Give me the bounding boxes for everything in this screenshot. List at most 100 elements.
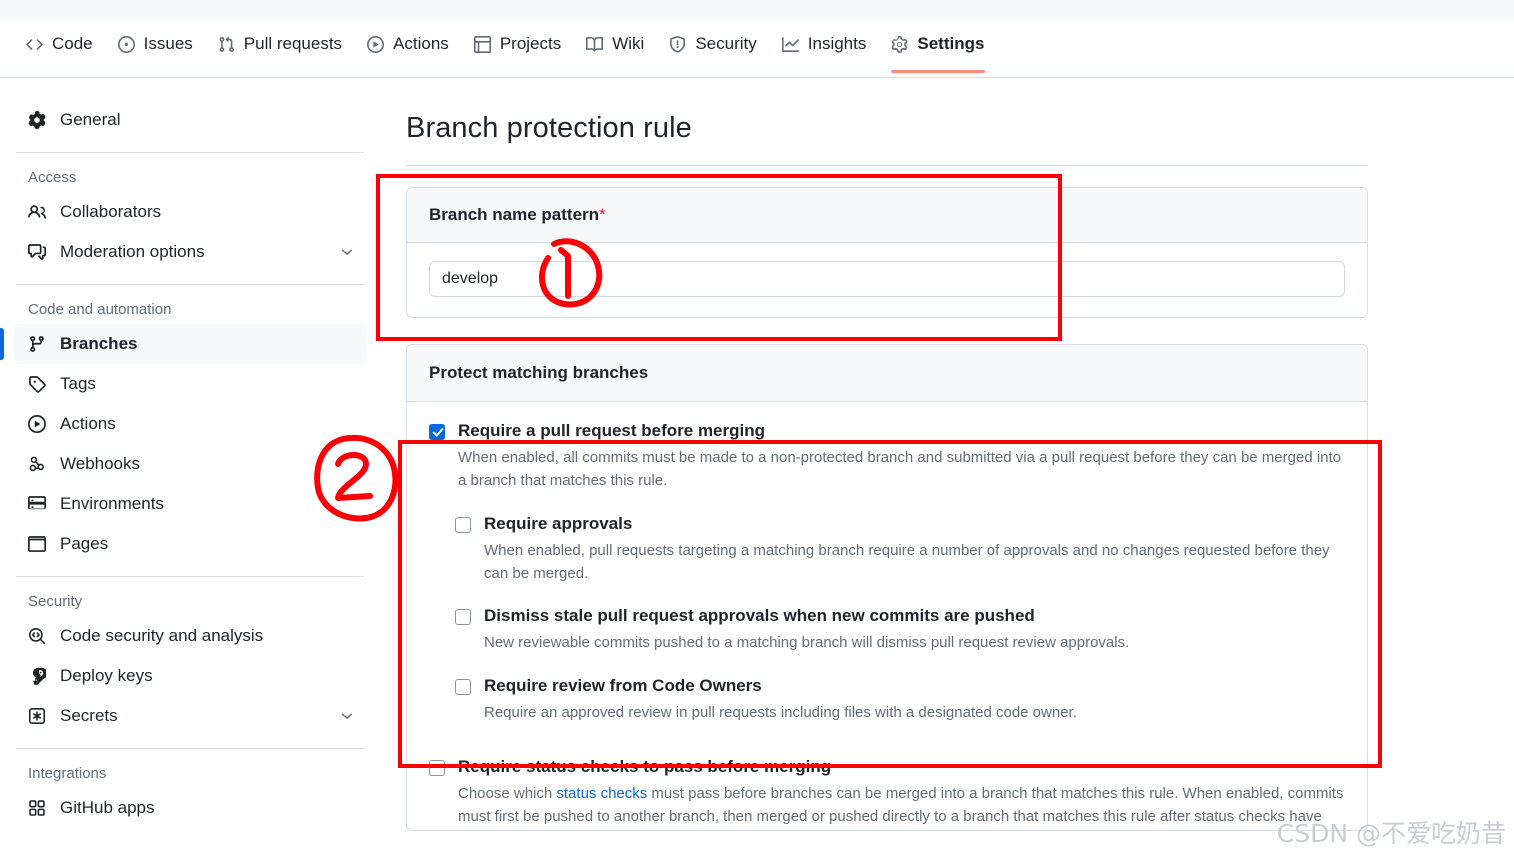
repository-nav: Code Issues Pull requests Actions Projec… bbox=[0, 0, 1514, 78]
play-icon bbox=[28, 415, 46, 433]
rule-require-status-checks: Require status checks to pass before mer… bbox=[429, 756, 1347, 829]
table-icon bbox=[473, 35, 491, 53]
page-title: Branch protection rule bbox=[406, 112, 692, 144]
rule-require-code-owners-review: Require review from Code Owners Require … bbox=[455, 675, 1347, 724]
branch-name-pattern-header: Branch name pattern* bbox=[407, 188, 1367, 243]
sidebar-item-webhooks-label: Webhooks bbox=[60, 454, 141, 473]
require-code-owners-review-checkbox[interactable] bbox=[455, 678, 471, 695]
sidebar-item-secrets[interactable]: Secrets bbox=[14, 696, 366, 736]
sidebar-divider bbox=[16, 748, 364, 749]
sidebar-divider bbox=[16, 152, 364, 153]
codescan-icon bbox=[28, 627, 46, 645]
sidebar-item-pages-label: Pages bbox=[60, 534, 109, 553]
rule-dismiss-stale-approvals: Dismiss stale pull request approvals whe… bbox=[455, 605, 1347, 654]
require-approvals-label: Require approvals bbox=[484, 513, 633, 533]
require-code-owners-review-label: Require review from Code Owners bbox=[484, 675, 762, 695]
bottom-edge-mask bbox=[406, 862, 1514, 868]
sidebar-item-deploy-keys-label: Deploy keys bbox=[60, 666, 153, 685]
require-approvals-checkbox[interactable] bbox=[455, 516, 471, 533]
rule-require-approvals: Require approvals When enabled, pull req… bbox=[455, 513, 1347, 586]
branch-name-pattern-input[interactable] bbox=[429, 261, 1345, 297]
tab-projects-label: Projects bbox=[499, 34, 562, 53]
tab-insights-label: Insights bbox=[807, 34, 867, 53]
sidebar-item-code-security-and-analysis-label: Code security and analysis bbox=[60, 626, 264, 645]
sidebar-item-pages[interactable]: Pages bbox=[14, 524, 366, 564]
sidebar-item-webhooks[interactable]: Webhooks bbox=[14, 444, 366, 484]
sidebar-item-github-apps[interactable]: GitHub apps bbox=[14, 788, 366, 828]
sidebar-item-branches[interactable]: Branches bbox=[0, 324, 366, 364]
sidebar-item-actions[interactable]: Actions bbox=[14, 404, 366, 444]
tab-issues[interactable]: Issues bbox=[106, 28, 206, 60]
required-marker: * bbox=[599, 205, 606, 224]
sidebar-item-secrets-label: Secrets bbox=[60, 706, 118, 725]
sidebar-item-general[interactable]: General bbox=[14, 100, 366, 140]
require-status-checks-label: Require status checks to pass before mer… bbox=[458, 756, 832, 776]
sidebar-item-branches-label: Branches bbox=[60, 334, 138, 353]
require-pull-request-checkbox[interactable] bbox=[429, 424, 445, 440]
settings-sidebar: General Access Collaborators Moderation … bbox=[0, 78, 380, 868]
protection-rules-list: Require a pull request before merging Wh… bbox=[407, 402, 1367, 828]
branch-name-pattern-body bbox=[407, 243, 1367, 317]
book-icon bbox=[586, 36, 604, 53]
branch-name-pattern-label: Branch name pattern bbox=[429, 205, 600, 224]
sidebar-item-collaborators-label: Collaborators bbox=[60, 202, 162, 221]
chevron-down-icon[interactable] bbox=[340, 245, 354, 259]
csdn-watermark: CSDN @不爱吃奶昔 bbox=[1276, 819, 1506, 848]
dismiss-stale-approvals-description: New reviewable commits pushed to a match… bbox=[484, 634, 1130, 652]
rule-require-pull-request: Require a pull request before merging Wh… bbox=[429, 420, 1347, 493]
sidebar-heading-security: Security bbox=[28, 593, 83, 610]
tab-wiki[interactable]: Wiki bbox=[574, 28, 657, 60]
asterisk-box-icon bbox=[28, 707, 46, 725]
graph-icon bbox=[781, 36, 799, 53]
sidebar-item-actions-label: Actions bbox=[60, 414, 116, 433]
tab-pull-requests[interactable]: Pull requests bbox=[206, 28, 355, 60]
sidebar-item-environments[interactable]: Environments bbox=[14, 484, 366, 524]
webhook-icon bbox=[28, 455, 46, 473]
apps-icon bbox=[28, 799, 46, 817]
sidebar-item-environments-label: Environments bbox=[60, 494, 164, 513]
status-checks-link[interactable]: status checks bbox=[556, 785, 647, 802]
sidebar-heading-code-and-automation: Code and automation bbox=[28, 301, 172, 318]
git-pull-request-icon bbox=[218, 36, 235, 53]
sidebar-item-collaborators[interactable]: Collaborators bbox=[14, 192, 366, 232]
key-icon bbox=[28, 667, 46, 685]
main-content: Branch protection rule Branch name patte… bbox=[406, 78, 1514, 868]
sidebar-item-general-label: General bbox=[60, 110, 121, 129]
chevron-down-icon[interactable] bbox=[340, 709, 354, 723]
protect-matching-branches-panel: Protect matching branches Require a pull… bbox=[406, 344, 1368, 832]
browser-icon bbox=[28, 535, 46, 553]
dismiss-stale-approvals-label: Dismiss stale pull request approvals whe… bbox=[484, 606, 1035, 626]
sidebar-item-code-security-and-analysis[interactable]: Code security and analysis bbox=[14, 616, 366, 656]
require-status-checks-checkbox[interactable] bbox=[429, 759, 445, 776]
dismiss-stale-approvals-checkbox[interactable] bbox=[455, 609, 471, 626]
sidebar-item-tags[interactable]: Tags bbox=[14, 364, 366, 404]
status-checks-desc-part1: Choose which bbox=[458, 784, 557, 802]
people-icon bbox=[28, 203, 46, 221]
git-branch-icon bbox=[28, 335, 46, 353]
play-icon bbox=[367, 35, 385, 53]
tab-wiki-label: Wiki bbox=[612, 34, 645, 53]
sidebar-item-github-apps-label: GitHub apps bbox=[60, 798, 155, 817]
tab-code-label: Code bbox=[52, 34, 93, 53]
issue-opened-icon bbox=[117, 35, 135, 53]
sidebar-item-deploy-keys[interactable]: Deploy keys bbox=[14, 656, 366, 696]
tab-projects[interactable]: Projects bbox=[462, 28, 574, 60]
server-icon bbox=[28, 495, 46, 513]
tag-icon bbox=[28, 375, 46, 393]
tab-settings[interactable]: Settings bbox=[879, 28, 997, 73]
code-icon bbox=[26, 36, 43, 53]
require-pull-request-label: Require a pull request before merging bbox=[458, 421, 766, 440]
tab-insights[interactable]: Insights bbox=[770, 28, 880, 60]
require-status-checks-description: Choose which status checks must pass bef… bbox=[458, 782, 1347, 829]
tab-issues-label: Issues bbox=[143, 34, 193, 53]
tab-actions[interactable]: Actions bbox=[355, 28, 462, 60]
require-pull-request-description: When enabled, all commits must be made t… bbox=[458, 449, 1342, 490]
repository-nav-items: Code Issues Pull requests Actions Projec… bbox=[14, 28, 997, 73]
sidebar-item-moderation-options[interactable]: Moderation options bbox=[14, 232, 366, 272]
branch-name-pattern-panel: Branch name pattern* bbox=[406, 187, 1368, 318]
tab-security[interactable]: Security bbox=[657, 28, 769, 60]
tab-settings-label: Settings bbox=[917, 34, 985, 53]
sidebar-item-moderation-options-label: Moderation options bbox=[60, 242, 205, 261]
require-code-owners-review-description: Require an approved review in pull reque… bbox=[484, 703, 1077, 721]
tab-code[interactable]: Code bbox=[14, 28, 106, 60]
